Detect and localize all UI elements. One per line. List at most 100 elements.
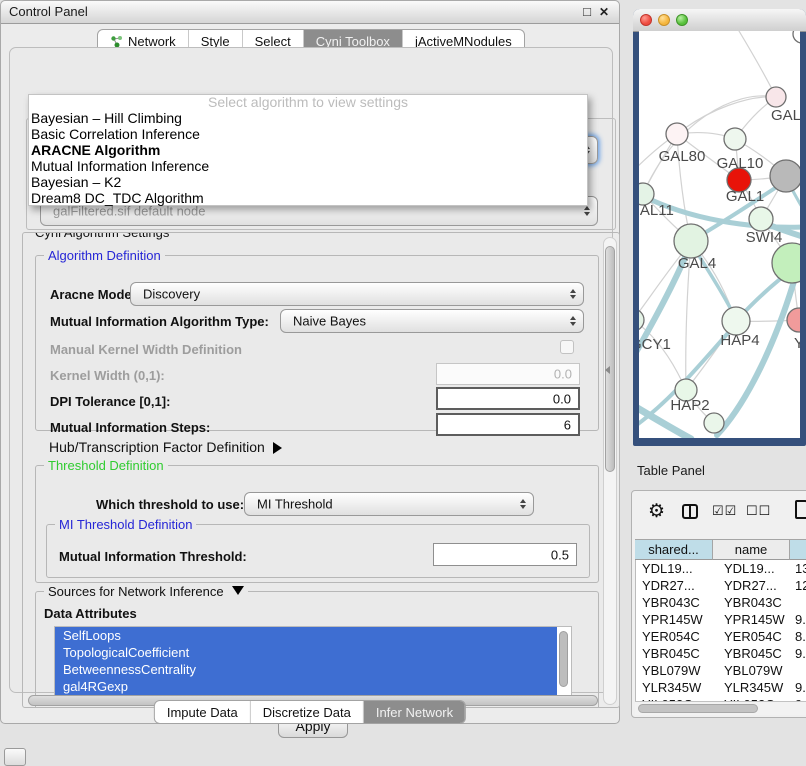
control-panel-window: Control Panel □ ✕ NetworkStyleSelectCyni… bbox=[0, 0, 620, 724]
control-panel-titlebar[interactable]: Control Panel □ ✕ bbox=[1, 1, 619, 24]
data-attributes-list[interactable]: SelfLoopsTopologicalCoefficientBetweenne… bbox=[54, 626, 572, 696]
status-mini-button[interactable] bbox=[4, 748, 26, 766]
mi-type-combo[interactable]: Naive Bayes bbox=[280, 309, 584, 333]
splitter-grip-icon[interactable] bbox=[605, 366, 610, 374]
table-body: YDL19...YDL19...13YDR27...YDR27...12YBR0… bbox=[635, 560, 806, 701]
table-row[interactable]: YPR145WYPR145W9. bbox=[636, 611, 806, 628]
node-label-y: Y bbox=[794, 335, 800, 352]
mi-threshold-value: 0.5 bbox=[551, 547, 569, 562]
table-hscrollbar[interactable] bbox=[635, 701, 806, 715]
network-node-y[interactable] bbox=[787, 308, 800, 332]
dpi-tolerance-value: 0.0 bbox=[553, 391, 571, 406]
algorithm-dropdown-list: Bayesian – Hill ClimbingBasic Correlatio… bbox=[29, 110, 587, 206]
tab-impute-data[interactable]: Impute Data bbox=[155, 701, 251, 723]
table-header-row: shared...name bbox=[635, 539, 806, 560]
table-cell: YLR345W bbox=[636, 679, 714, 696]
algorithm-dropdown-popup: Select algorithm to view settings Bayesi… bbox=[28, 94, 588, 206]
tab-infer-network[interactable]: Infer Network bbox=[364, 701, 465, 723]
node-label-hap4: HAP4 bbox=[720, 332, 759, 349]
column-header-shared[interactable]: shared... bbox=[635, 539, 713, 560]
which-threshold-value: MI Threshold bbox=[257, 497, 333, 512]
attribute-item-gal4rgexp[interactable]: gal4RGexp bbox=[55, 678, 557, 695]
algorithm-option-aracne-algorithm[interactable]: ARACNE Algorithm bbox=[29, 142, 587, 158]
mac-minimize-icon[interactable] bbox=[658, 14, 670, 26]
float-window-icon[interactable]: □ bbox=[583, 1, 591, 23]
network-node[interactable] bbox=[793, 31, 800, 43]
attr-list-scrollbar[interactable] bbox=[559, 631, 568, 687]
columns-icon[interactable] bbox=[682, 504, 698, 519]
algorithm-option-basic-correlation-inference[interactable]: Basic Correlation Inference bbox=[29, 126, 587, 142]
table-cell: YDR27... bbox=[636, 577, 714, 594]
checked-columns-icon[interactable]: ☑☑ bbox=[712, 503, 737, 519]
table-cell: 9. bbox=[791, 645, 806, 662]
close-icon[interactable]: ✕ bbox=[599, 1, 609, 23]
tab-discretize-data[interactable]: Discretize Data bbox=[251, 701, 364, 723]
network-edge[interactable] bbox=[739, 31, 776, 97]
table-row[interactable]: YER054CYER054C8. bbox=[636, 628, 806, 645]
threshold-definition-title: Threshold Definition bbox=[44, 458, 168, 473]
gear-icon[interactable]: ⚙ bbox=[648, 501, 665, 523]
hub-definition-label: Hub/Transcription Factor Definition bbox=[49, 439, 265, 455]
table-row[interactable]: YDL19...YDL19...13 bbox=[636, 560, 806, 577]
table-row[interactable]: YDR27...YDR27...12 bbox=[636, 577, 806, 594]
network-view-window: GALGAL80GAL10GAL1GAL11SWI4GAL4GCY1HAP4YH… bbox=[633, 9, 806, 446]
network-node-gal4[interactable] bbox=[674, 224, 708, 258]
network-node-gal80[interactable] bbox=[666, 123, 688, 145]
table-cell: YPR145W bbox=[636, 611, 714, 628]
table-row[interactable]: YBL079WYBL079W bbox=[636, 662, 806, 679]
aracne-mode-combo[interactable]: Discovery bbox=[130, 282, 584, 306]
unchecked-columns-icon[interactable]: ☐☐ bbox=[746, 503, 771, 519]
table-hscroll-thumb[interactable] bbox=[638, 704, 758, 713]
node-label-gal4: GAL4 bbox=[678, 255, 716, 272]
mi-threshold-field[interactable]: 0.5 bbox=[433, 543, 577, 566]
network-edge[interactable] bbox=[717, 271, 797, 435]
new-table-icon[interactable] bbox=[795, 500, 806, 519]
kernel-width-field[interactable]: 0.0 bbox=[436, 363, 580, 385]
tab-label: Infer Network bbox=[376, 705, 453, 720]
node-label-gal1: GAL1 bbox=[726, 188, 764, 205]
mi-steps-field[interactable]: 6 bbox=[436, 413, 580, 436]
network-node-swi4[interactable] bbox=[749, 207, 773, 231]
table-toolbar: ⚙ ☑☑ ☐☐ bbox=[632, 495, 806, 533]
dpi-tolerance-field[interactable]: 0.0 bbox=[436, 387, 580, 410]
attribute-item-topologicalcoefficient[interactable]: TopologicalCoefficient bbox=[55, 644, 557, 661]
collapse-arrow-icon[interactable] bbox=[232, 586, 244, 595]
cyni-toolbox-panel: galFiltered.sif default node Select algo… bbox=[9, 47, 613, 693]
network-node[interactable] bbox=[770, 160, 800, 192]
table-cell: YDR27... bbox=[714, 577, 791, 594]
hub-definition-expander[interactable]: Hub/Transcription Factor Definition bbox=[49, 439, 282, 455]
algorithm-definition-title: Algorithm Definition bbox=[44, 248, 165, 263]
column-header-name[interactable]: name bbox=[713, 539, 790, 560]
settings-vscroll-thumb[interactable] bbox=[605, 246, 615, 472]
manual-kernel-checkbox[interactable] bbox=[560, 340, 574, 354]
attribute-item-betweennesscentrality[interactable]: BetweennessCentrality bbox=[55, 661, 557, 678]
column-header-clipped[interactable] bbox=[790, 539, 806, 560]
table-row[interactable]: YBR045CYBR045C9. bbox=[636, 645, 806, 662]
mac-close-icon[interactable] bbox=[640, 14, 652, 26]
mac-zoom-icon[interactable] bbox=[676, 14, 688, 26]
node-label-hap2: HAP2 bbox=[670, 397, 709, 414]
network-window-titlebar[interactable] bbox=[633, 9, 806, 32]
table-cell: YBR045C bbox=[714, 645, 791, 662]
network-node[interactable] bbox=[772, 243, 800, 283]
table-cell: 9. bbox=[791, 679, 806, 696]
which-threshold-combo[interactable]: MI Threshold bbox=[244, 492, 534, 516]
network-node-gal10[interactable] bbox=[724, 128, 746, 150]
network-canvas[interactable]: GALGAL80GAL10GAL1GAL11SWI4GAL4GCY1HAP4YH… bbox=[639, 31, 800, 438]
algorithm-option-bayesian-k2[interactable]: Bayesian – K2 bbox=[29, 174, 587, 190]
table-cell bbox=[791, 594, 806, 611]
cyni-algorithm-settings-group: Cyni Algorithm Settings Algorithm Defini… bbox=[22, 232, 620, 708]
network-graph: GALGAL80GAL10GAL1GAL11SWI4GAL4GCY1HAP4YH… bbox=[639, 31, 800, 438]
network-edge[interactable] bbox=[677, 97, 776, 134]
algorithm-option-dream8-dc-tdc-algorithm[interactable]: Dream8 DC_TDC Algorithm bbox=[29, 190, 587, 206]
algorithm-definition-group: Algorithm Definition Aracne Mode: Discov… bbox=[35, 255, 599, 431]
algorithm-option-mutual-information-inference[interactable]: Mutual Information Inference bbox=[29, 158, 587, 174]
algorithm-option-bayesian-hill-climbing[interactable]: Bayesian – Hill Climbing bbox=[29, 110, 587, 126]
attribute-item-selfloops[interactable]: SelfLoops bbox=[55, 627, 557, 644]
table-row[interactable]: YBR043CYBR043C bbox=[636, 594, 806, 611]
network-node[interactable] bbox=[704, 413, 724, 433]
settings-vscrollbar[interactable] bbox=[603, 237, 617, 705]
table-row[interactable]: YLR345WYLR345W9. bbox=[636, 679, 806, 696]
network-node-hap4[interactable] bbox=[722, 307, 750, 335]
network-node-gal[interactable] bbox=[766, 87, 786, 107]
